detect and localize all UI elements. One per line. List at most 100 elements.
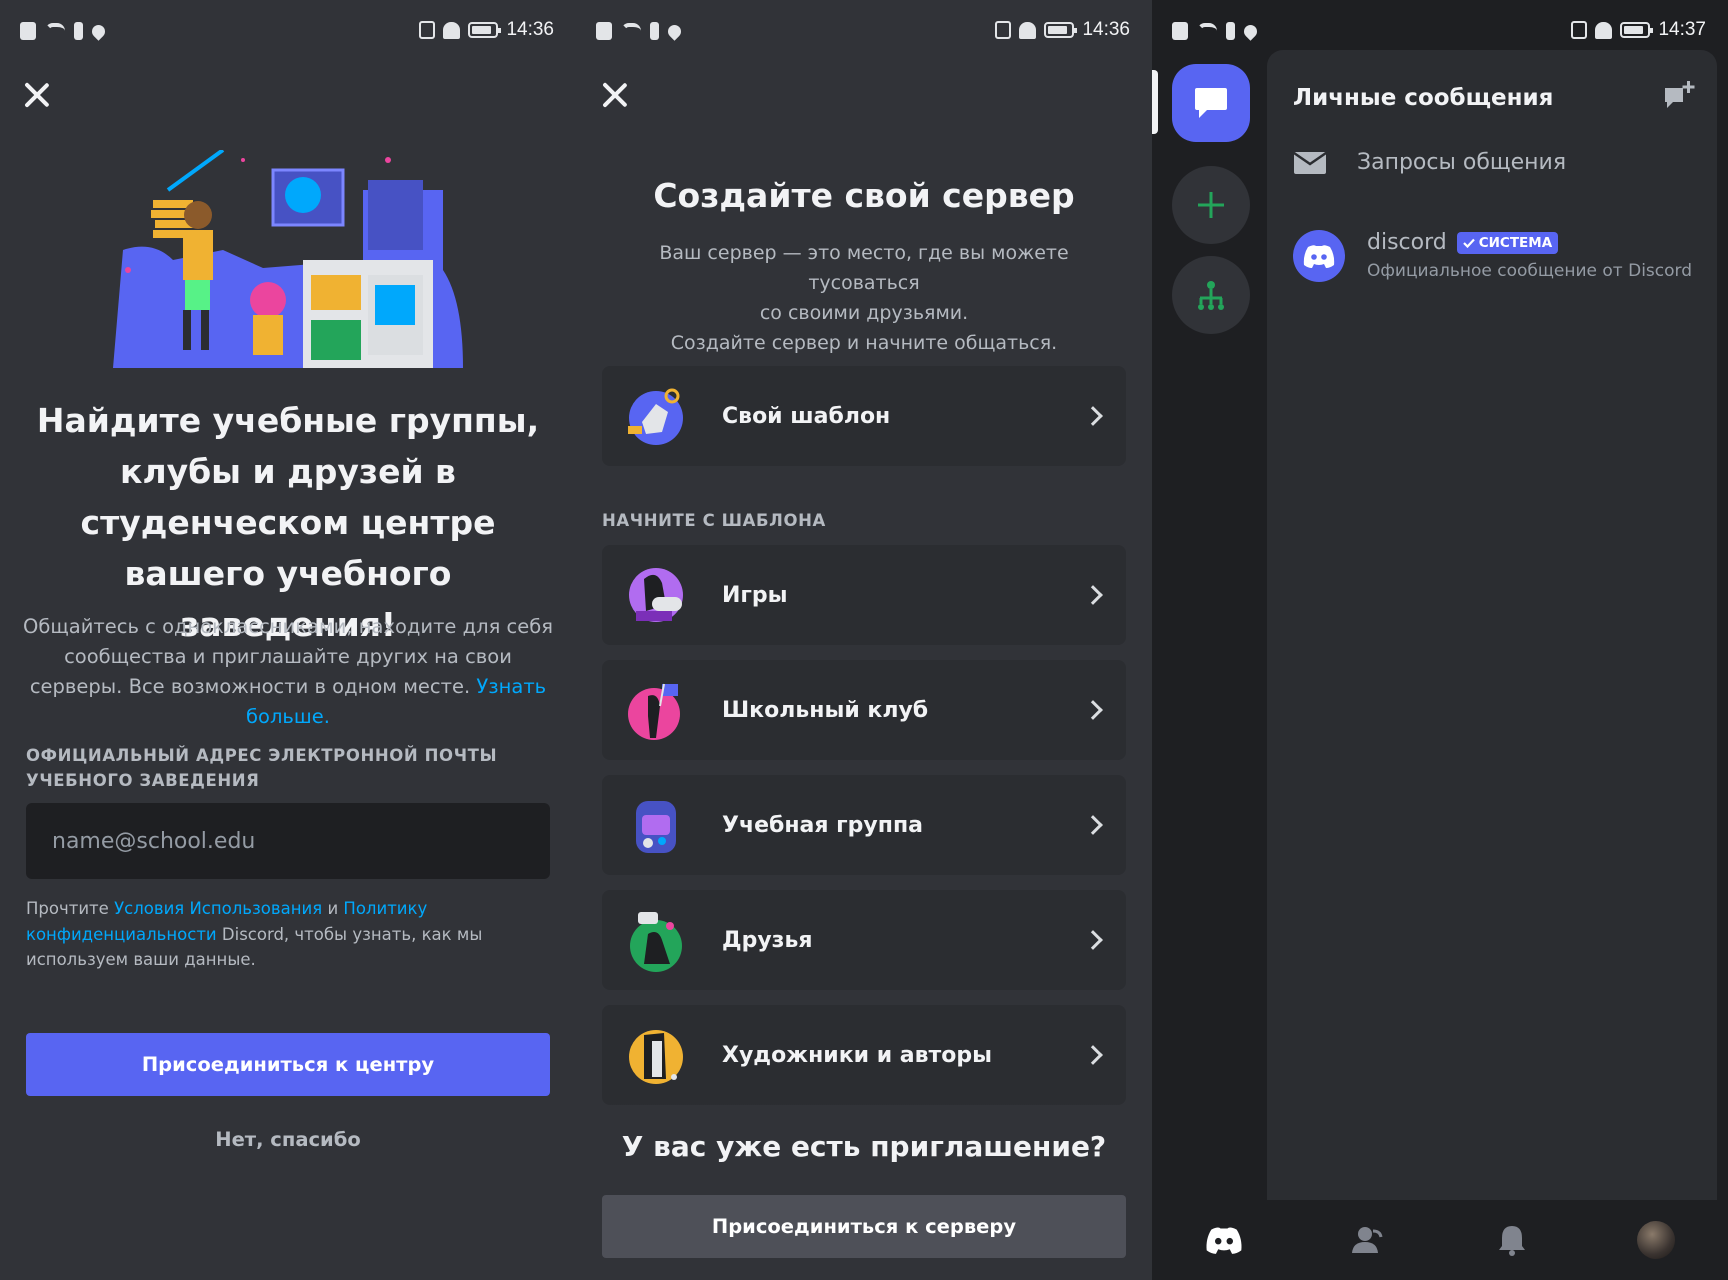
clock: 14:37 [1658,19,1706,40]
chevron-right-icon [1083,406,1103,426]
alert-icon [20,22,36,40]
gaming-icon [629,568,683,622]
nav-home[interactable] [1200,1216,1248,1264]
desc-line-2: со своими друзьями. [759,302,969,324]
chevron-right-icon [1083,1045,1103,1065]
invite-question: У вас уже есть приглашение? [621,1130,1107,1163]
bottom-navigation [1152,1200,1728,1280]
wifi-icon [621,23,641,39]
own-template-label: Свой шаблон [722,403,891,429]
discord-logo-icon [1303,245,1335,268]
status-bar: 14:36 [0,0,576,62]
status-bar: 14:36 [576,0,1152,62]
dm-discord-subtitle: Официальное сообщение от Discord [1367,261,1693,281]
sim-icon [1226,22,1235,40]
message-requests-label: Запросы общения [1357,150,1567,175]
student-hub-illustration [113,150,463,368]
alert-icon [1172,22,1188,40]
discord-home-icon [1206,1227,1242,1254]
template-card-gaming[interactable]: Игры [602,545,1126,645]
mail-icon [1293,151,1327,174]
school-email-input[interactable] [26,803,550,879]
bell-muted-icon [443,21,461,39]
status-icons-right: 14:36 [419,19,554,41]
chevron-right-icon [1083,700,1103,720]
add-server-button[interactable] [1172,166,1250,244]
nfc-icon [419,21,436,39]
wifi-icon [45,23,65,39]
system-badge-label: СИСТЕМА [1478,234,1553,251]
clock: 14:36 [506,19,554,40]
check-icon [1462,238,1475,248]
template-label-artists: Художники и авторы [722,1042,993,1068]
join-server-button[interactable]: Присоединиться к серверу [602,1195,1126,1258]
sim-icon [650,22,659,40]
dm-discord-system[interactable]: discord СИСТЕМА Официальное сообщение от… [1293,230,1703,282]
location-icon [1241,21,1260,41]
status-icons-left [1172,21,1260,41]
nfc-icon [1571,21,1588,39]
location-icon [89,21,108,41]
artists-icon [629,1030,683,1084]
student-hub-screen: 14:36 Найдите учебные группы, клубы и др… [0,0,576,1280]
nfc-icon [995,21,1012,39]
bell-muted-icon [1019,21,1037,39]
hub-description: Общайтесь с одноклассниками, находите дл… [22,612,554,732]
add-server-icon [1198,192,1224,218]
close-icon[interactable] [598,78,632,112]
direct-messages-screen: 14:37 Личные сообщения Запросы общения d… [1152,0,1728,1280]
dm-name-line: discord СИСТЕМА [1367,230,1692,255]
terms-and: и [327,899,339,918]
hub-description-text: Общайтесь с одноклассниками, находите дл… [23,615,553,698]
own-template-icon [628,388,683,445]
template-label-gaming: Игры [722,582,788,608]
dm-discord-name: discord [1367,230,1447,255]
template-card-school-club[interactable]: Школьный клуб [602,660,1126,760]
nav-profile[interactable] [1632,1216,1680,1264]
bell-muted-icon [1595,21,1613,39]
dm-list-panel: Личные сообщения Запросы общения discord… [1267,50,1717,1200]
status-icons-right: 14:36 [995,19,1130,41]
battery-icon [468,22,502,38]
new-message-icon[interactable] [1663,80,1695,110]
explore-servers-button[interactable] [1172,256,1250,334]
battery-icon [1620,22,1654,38]
status-icons-left [20,21,108,41]
create-server-screen: 14:36 Создайте свой сервер Ваш сервер — … [576,0,1152,1280]
nav-friends[interactable] [1344,1216,1392,1264]
discord-avatar [1293,230,1345,282]
own-template-card[interactable]: Свой шаблон [602,366,1126,466]
location-icon [665,21,684,41]
selected-indicator [1152,70,1158,134]
direct-messages-icon [1195,88,1227,118]
system-badge: СИСТЕМА [1456,231,1559,254]
notifications-icon [1499,1226,1525,1256]
dm-title: Личные сообщения [1293,85,1554,111]
create-server-title: Создайте свой сервер [653,176,1075,215]
direct-messages-button[interactable] [1172,64,1250,142]
terms-notice: Прочтите Условия Использования и Политик… [26,896,526,973]
template-card-study-group[interactable]: Учебная группа [602,775,1126,875]
template-card-friends[interactable]: Друзья [602,890,1126,990]
template-section-label: НАЧНИТЕ С ШАБЛОНА [602,511,826,530]
no-thanks-button[interactable]: Нет, спасибо [26,1128,550,1151]
message-requests-row[interactable]: Запросы общения [1293,150,1703,175]
terms-prefix: Прочтите [26,899,109,918]
close-icon[interactable] [20,78,54,112]
join-hub-button[interactable]: Присоединиться к центру [26,1033,550,1096]
alert-icon [596,22,612,40]
terms-of-service-link[interactable]: Условия Использования [114,899,322,918]
desc-line-1: Ваш сервер — это место, где вы можете ту… [659,242,1069,294]
explore-servers-icon [1198,281,1224,310]
clock: 14:36 [1082,19,1130,40]
battery-icon [1044,22,1078,38]
school-club-icon [628,683,680,740]
chevron-right-icon [1083,815,1103,835]
wifi-icon [1197,23,1217,39]
status-icons-left [596,21,684,41]
nav-notifications[interactable] [1488,1216,1536,1264]
email-label: ОФИЦИАЛЬНЫЙ АДРЕС ЭЛЕКТРОННОЙ ПОЧТЫ УЧЕБ… [26,746,498,790]
dm-discord-text: discord СИСТЕМА Официальное сообщение от… [1367,230,1692,281]
template-label-study-group: Учебная группа [722,812,924,838]
template-card-artists[interactable]: Художники и авторы [602,1005,1126,1105]
